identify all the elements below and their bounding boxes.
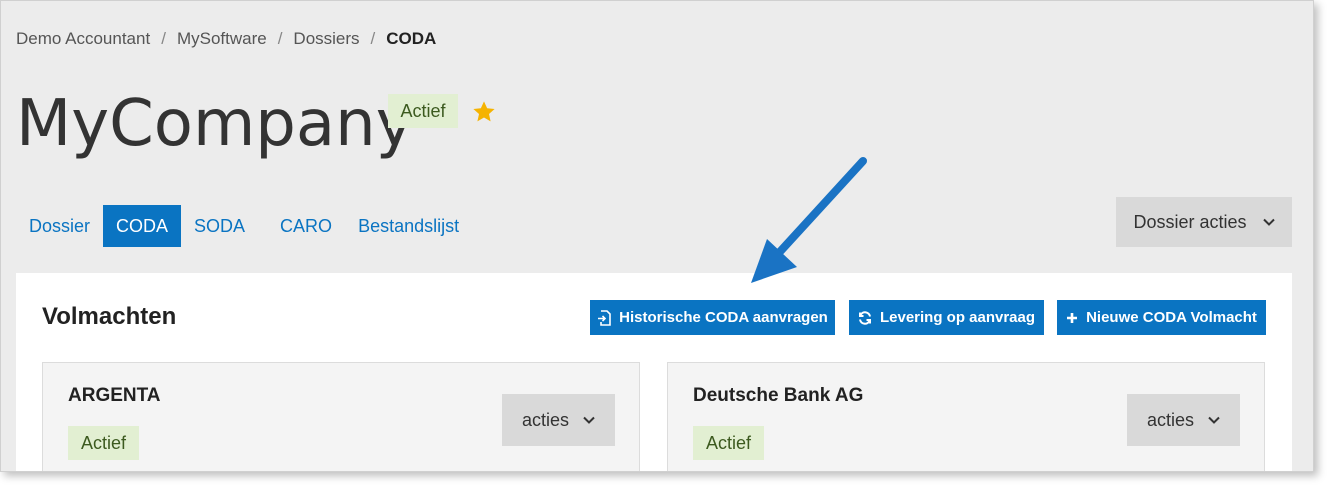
tab-bestandslijst[interactable]: Bestandslijst [345, 205, 472, 247]
chevron-down-icon [583, 416, 595, 424]
breadcrumb-item-accountant[interactable]: Demo Accountant [16, 29, 150, 49]
card-actions-label: acties [521, 409, 570, 430]
refresh-icon [858, 310, 871, 325]
chevron-down-icon [1262, 218, 1275, 226]
breadcrumb-separator: / [370, 29, 376, 48]
status-badge: Actief [388, 94, 458, 128]
tab-coda[interactable]: CODA [103, 205, 182, 247]
breadcrumb-item-dossiers[interactable]: Dossiers [293, 29, 359, 49]
plus-icon [1067, 312, 1078, 323]
section-title: Volmachten [42, 303, 177, 330]
dossier-actions-label: Dossier acties [1133, 211, 1247, 232]
levering-op-aanvraag-button[interactable]: Levering op aanvraag [849, 300, 1044, 335]
dossier-actions-button[interactable]: Dossier acties [1116, 197, 1292, 247]
card-actions-button[interactable]: acties [502, 394, 615, 446]
volmacht-card-argenta: ARGENTA Actief acties [42, 362, 640, 471]
card-actions-label: acties [1146, 409, 1195, 430]
status-badge: Actief [68, 426, 139, 460]
volmachten-panel: Volmachten Historische CODA aanvragen Le… [16, 273, 1292, 471]
bank-name: ARGENTA [68, 385, 161, 406]
bank-name: Deutsche Bank AG [693, 385, 864, 406]
status-badge: Actief [693, 426, 764, 460]
chevron-down-icon [1208, 416, 1220, 424]
breadcrumb-separator: / [277, 29, 283, 48]
tab-bar: Dossier CODA SODA CARO Bestandslijst [16, 205, 472, 247]
volmacht-card-deutsche-bank: Deutsche Bank AG Actief acties [667, 362, 1265, 471]
tab-caro[interactable]: CARO [267, 205, 345, 247]
tab-dossier[interactable]: Dossier [16, 205, 103, 247]
breadcrumb-item-software[interactable]: MySoftware [177, 29, 267, 49]
page-title: MyCompany [16, 87, 414, 161]
document-import-icon [598, 309, 611, 326]
breadcrumb: Demo Accountant / MySoftware / Dossiers … [16, 29, 436, 49]
breadcrumb-current: CODA [386, 29, 437, 48]
star-icon[interactable] [471, 99, 497, 125]
card-actions-button[interactable]: acties [1127, 394, 1240, 446]
breadcrumb-separator: / [161, 29, 166, 48]
tab-soda[interactable]: SODA [181, 205, 267, 247]
historische-coda-button[interactable]: Historische CODA aanvragen [590, 300, 835, 335]
nieuwe-volmacht-label: Nieuwe CODA Volmacht [1086, 309, 1257, 326]
app-frame: Demo Accountant / MySoftware / Dossiers … [0, 0, 1314, 472]
levering-label: Levering op aanvraag [879, 309, 1036, 326]
historische-coda-label: Historische CODA aanvragen [619, 309, 828, 326]
nieuwe-coda-volmacht-button[interactable]: Nieuwe CODA Volmacht [1057, 300, 1266, 335]
